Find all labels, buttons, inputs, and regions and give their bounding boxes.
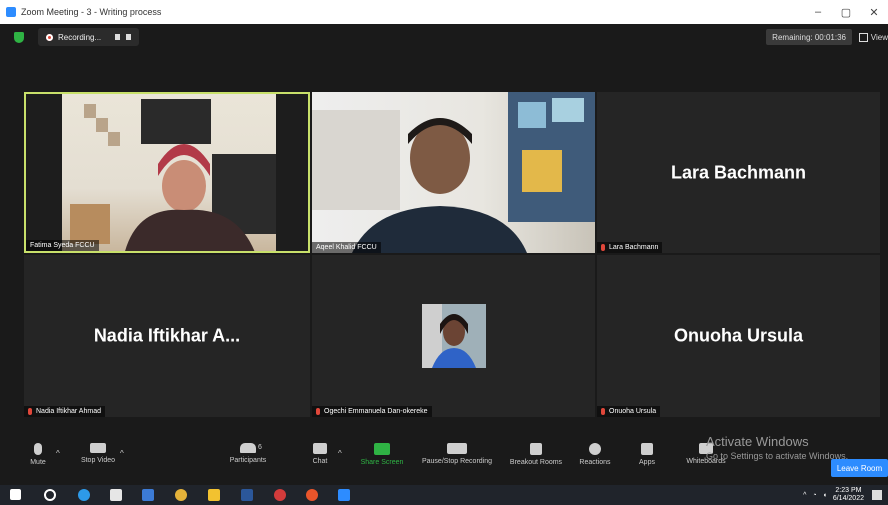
muted-mic-icon [601,408,605,415]
video-tile-onuoha[interactable]: Onuoha Ursula Onuoha Ursula [597,255,880,417]
muted-mic-icon [316,408,320,415]
video-options-caret[interactable]: ^ [120,449,124,458]
pause-icon[interactable] [115,34,121,40]
video-tile-aqeel[interactable]: Aqeel Khalid FCCU [312,92,595,253]
recording-label: Recording... [58,32,102,42]
share-screen-icon [374,443,390,455]
participant-name-label: Aqeel Khalid FCCU [312,242,381,253]
activate-windows-watermark: Activate Windows Go to Settings to activ… [706,434,849,461]
file-explorer-icon[interactable] [208,489,220,501]
breakout-rooms-icon [530,443,542,455]
mail-icon[interactable] [142,489,154,501]
view-button[interactable]: View [858,29,888,45]
zoom-app-icon [6,7,16,17]
video-tile-fatima[interactable]: Fatima Syeda FCCU [24,92,310,253]
edge-browser-icon[interactable] [78,489,90,501]
participants-count: 6 [258,444,262,451]
pause-stop-icon [447,443,467,454]
participant-name-label: Onuoha Ursula [597,406,661,417]
breakout-rooms-button[interactable]: Breakout Rooms [504,443,568,466]
participant-name-label: Lara Bachmann [597,242,663,253]
participant-display-name: Onuoha Ursula [673,325,803,346]
shield-icon[interactable] [14,31,24,43]
system-tray: ^ ◔ ◖ 2:23 PM 6/14/2022 [803,485,864,505]
reactions-icon [589,443,601,455]
muted-mic-icon [601,244,605,251]
firefox-icon[interactable] [306,489,318,501]
media-icon[interactable] [274,489,286,501]
meeting-topbar: Recording... Remaining: 00:01:36 View [0,24,888,50]
video-tile-nadia[interactable]: Nadia Iftikhar A... Nadia Iftikhar Ahmad [24,255,310,417]
pause-stop-recording-button[interactable]: Pause/Stop Recording [414,443,500,465]
view-label: View [870,32,888,42]
stop-video-button[interactable]: Stop Video [68,443,128,464]
participant-name-label: Ogechi Emmanuela Dan-okereke [312,406,432,417]
window-controls: – ▢ ✕ [804,0,888,24]
network-icon[interactable]: ◔ [812,492,816,499]
participant-name-label: Nadia Iftikhar Ahmad [24,406,105,417]
window-titlebar: Zoom Meeting - 3 - Writing process – ▢ ✕ [0,0,888,24]
participants-icon [240,443,256,453]
minimize-button[interactable]: – [804,6,832,18]
chat-options-caret[interactable]: ^ [338,449,342,458]
participant-avatar [422,304,486,368]
participant-display-name: Lara Bachmann [670,162,807,182]
meeting-area: Recording... Remaining: 00:01:36 View Fa… [0,24,888,435]
mute-options-caret[interactable]: ^ [56,449,60,458]
microphone-icon [34,443,42,455]
volume-icon[interactable]: ◖ [823,492,827,499]
participant-video [26,94,308,251]
participant-video [312,92,595,253]
share-screen-button[interactable]: Share Screen [352,443,412,466]
chat-icon [313,443,327,454]
search-icon[interactable] [44,489,56,501]
participant-display-name: Nadia Iftikhar A... [93,325,241,346]
participants-button[interactable]: Participants [218,443,278,464]
notification-icon[interactable] [872,490,882,500]
store-icon[interactable] [110,489,122,501]
close-button[interactable]: ✕ [860,6,888,19]
record-icon [46,33,53,41]
video-tile-lara[interactable]: Lara Bachmann Lara Bachmann [597,92,880,253]
taskbar-clock[interactable]: 2:23 PM 6/14/2022 [833,487,864,503]
windows-taskbar: ^ ◔ ◖ 2:23 PM 6/14/2022 [0,485,888,505]
windows-start-icon[interactable] [10,489,21,500]
stop-icon[interactable] [126,34,132,40]
remaining-time: Remaining: 00:01:36 [766,29,852,45]
chrome-icon[interactable] [175,489,187,501]
maximize-button[interactable]: ▢ [832,6,860,19]
muted-mic-icon [28,408,32,415]
participant-name-label: Fatima Syeda FCCU [26,240,99,251]
tray-chevron-icon[interactable]: ^ [803,492,806,499]
recording-indicator: Recording... [38,28,140,46]
camera-icon [90,443,106,453]
apps-button[interactable]: Apps [617,443,677,466]
apps-icon [641,443,653,455]
window-title: Zoom Meeting - 3 - Writing process [21,7,162,17]
leave-room-button[interactable]: Leave Room [831,459,888,477]
zoom-taskbar-icon[interactable] [338,489,350,501]
grid-icon [858,32,868,42]
video-tile-ogechi[interactable]: Ogechi Emmanuela Dan-okereke [312,255,595,417]
reactions-button[interactable]: Reactions [565,443,625,466]
word-icon[interactable] [241,489,253,501]
